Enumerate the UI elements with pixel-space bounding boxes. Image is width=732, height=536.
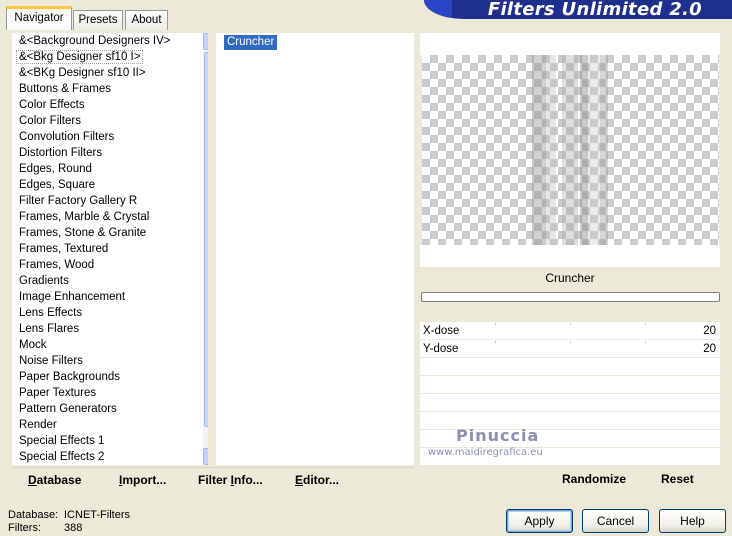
- category-item[interactable]: Frames, Marble & Crystal: [12, 209, 208, 225]
- preview-image: [422, 55, 719, 245]
- category-item[interactable]: Render: [12, 417, 208, 433]
- category-item[interactable]: Mock: [12, 337, 208, 353]
- left-action-bar: Database Import... Filter Info... Editor…: [12, 467, 414, 492]
- category-item[interactable]: Color Effects: [12, 97, 208, 113]
- database-button[interactable]: Database: [28, 473, 81, 487]
- category-item[interactable]: &<Bkg Designer sf10 I>: [12, 49, 208, 65]
- category-item[interactable]: Edges, Square: [12, 177, 208, 193]
- category-items: &<Background Designers IV> &<Bkg Designer…: [12, 33, 208, 465]
- slider-label: X-dose: [423, 325, 460, 337]
- category-item[interactable]: Paper Textures: [12, 385, 208, 401]
- category-item[interactable]: Paper Backgrounds: [12, 369, 208, 385]
- scroll-down-icon[interactable]: ▼: [203, 448, 208, 465]
- cancel-button[interactable]: Cancel: [582, 509, 649, 533]
- category-item[interactable]: Frames, Stone & Granite: [12, 225, 208, 241]
- reset-button[interactable]: Reset: [661, 472, 694, 486]
- import-button[interactable]: Import...: [119, 473, 166, 487]
- current-filter-name: Cruncher: [545, 271, 595, 285]
- category-item[interactable]: Lens Effects: [12, 305, 208, 321]
- database-value: ICNET-Filters: [64, 509, 130, 521]
- filter-list[interactable]: Cruncher: [216, 33, 414, 465]
- category-item[interactable]: Buttons & Frames: [12, 81, 208, 97]
- category-item[interactable]: Gradients: [12, 273, 208, 289]
- database-label: Database:: [8, 509, 59, 521]
- editor-button[interactable]: Editor...: [295, 473, 339, 487]
- scroll-thumb[interactable]: [204, 52, 208, 427]
- slider-label: Y-dose: [423, 343, 459, 355]
- category-list[interactable]: &<Background Designers IV> &<Bkg Designer…: [12, 33, 208, 465]
- filter-info-button[interactable]: Filter Info...: [198, 473, 263, 487]
- category-item[interactable]: Filter Factory Gallery R: [12, 193, 208, 209]
- slider-empty: [420, 358, 720, 376]
- slider-empty: [420, 376, 720, 394]
- filter-item-cruncher[interactable]: Cruncher: [224, 35, 278, 50]
- category-item[interactable]: Noise Filters: [12, 353, 208, 369]
- randomize-button[interactable]: Randomize: [562, 472, 626, 486]
- filters-count: 388: [64, 522, 83, 534]
- category-item[interactable]: Special Effects 1: [12, 433, 208, 449]
- watermark-name: Pinuccia: [456, 426, 540, 445]
- banner-title: Filters Unlimited 2.0: [487, 0, 702, 19]
- tab-presets[interactable]: Presets: [73, 10, 123, 30]
- category-item[interactable]: Frames, Wood: [12, 257, 208, 273]
- slider-empty: [420, 394, 720, 412]
- filters-label: Filters:: [8, 522, 41, 534]
- preview-top-margin: [420, 33, 720, 55]
- category-item[interactable]: Frames, Textured: [12, 241, 208, 257]
- tab-navigator[interactable]: Navigator: [6, 6, 72, 30]
- right-action-bar: Randomize Reset: [420, 467, 720, 492]
- watermark-url: www.maidiregrafica.eu: [428, 447, 543, 458]
- category-item[interactable]: Color Filters: [12, 113, 208, 129]
- slider-value: 20: [703, 343, 716, 355]
- title-banner: Filters Unlimited 2.0: [424, 0, 732, 19]
- slider-y-dose[interactable]: Y-dose 20: [420, 340, 720, 358]
- tab-about[interactable]: About: [125, 10, 168, 30]
- category-item[interactable]: Image Enhancement: [12, 289, 208, 305]
- category-scrollbar[interactable]: ▲ ▼: [203, 33, 208, 465]
- category-item[interactable]: Pattern Generators: [12, 401, 208, 417]
- help-button[interactable]: Help: [659, 509, 726, 533]
- preview-bottom-margin: [420, 245, 720, 267]
- slider-x-dose[interactable]: X-dose 20: [420, 322, 720, 340]
- category-item[interactable]: Distortion Filters: [12, 145, 208, 161]
- category-item[interactable]: Edges, Round: [12, 161, 208, 177]
- progress-bar: [421, 292, 720, 302]
- apply-button[interactable]: Apply: [506, 509, 573, 533]
- category-item[interactable]: Convolution Filters: [12, 129, 208, 145]
- category-item[interactable]: &<BKg Designer sf10 II>: [12, 65, 208, 81]
- category-item[interactable]: &<Background Designers IV>: [12, 33, 208, 49]
- slider-value: 20: [703, 325, 716, 337]
- status-area: Database: ICNET-Filters Filters: 388: [8, 509, 130, 535]
- scroll-up-icon[interactable]: ▲: [203, 33, 208, 50]
- category-item[interactable]: Lens Flares: [12, 321, 208, 337]
- category-item[interactable]: Special Effects 2: [12, 449, 208, 465]
